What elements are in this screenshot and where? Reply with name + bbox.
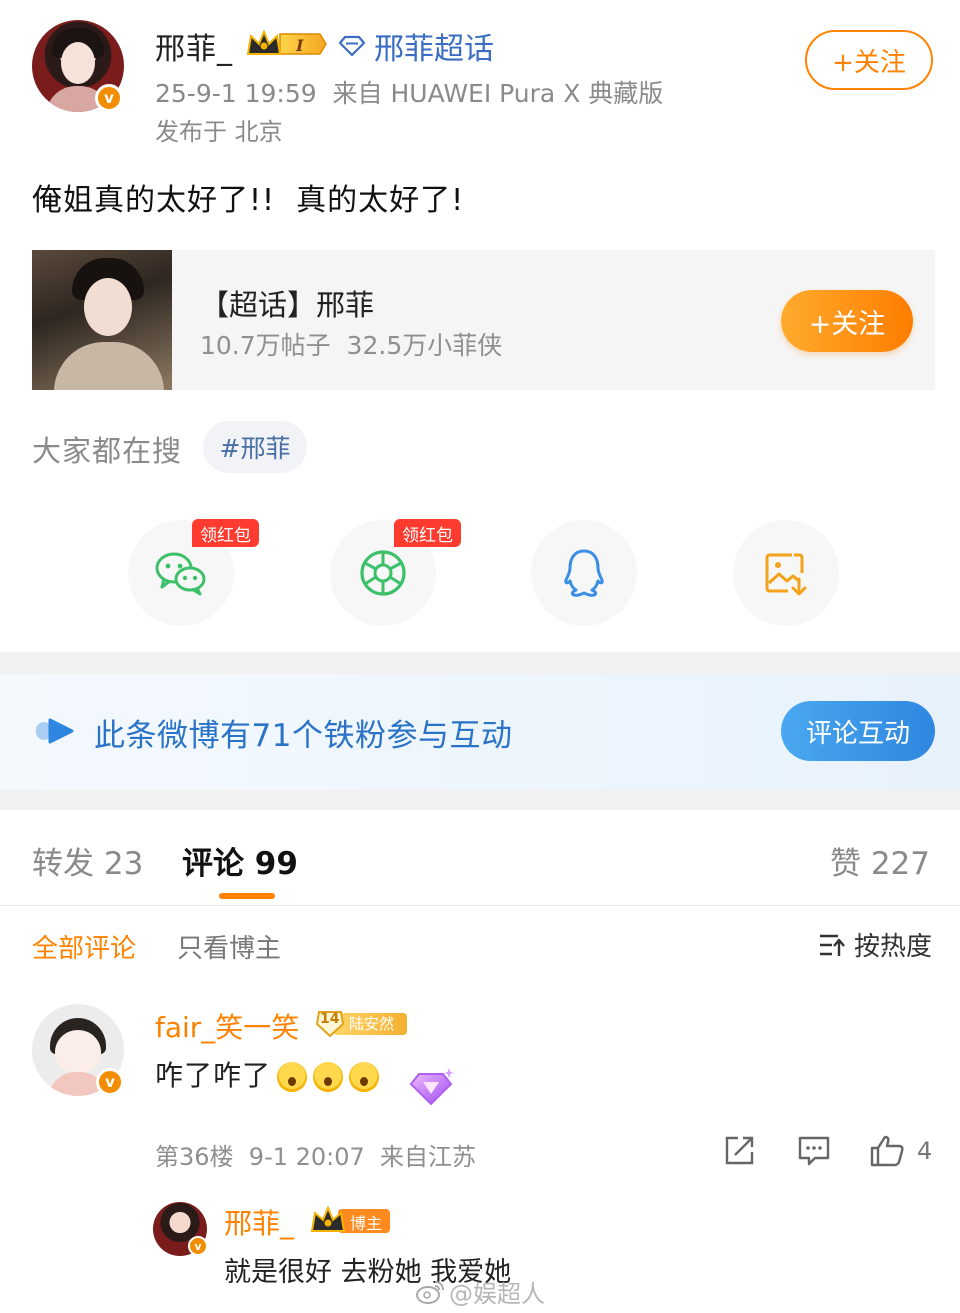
section-divider [0, 790, 960, 810]
comment-share-button[interactable] [722, 1134, 756, 1168]
tab-repost[interactable]: 转发 23 [32, 838, 143, 883]
moments-icon [360, 550, 406, 596]
tab-active-indicator [219, 893, 275, 899]
red-packet-badge[interactable]: 领红包 [394, 519, 461, 547]
supertopic-link[interactable]: 邢菲超话 [338, 24, 494, 68]
comment-text: 咋了咋了 [155, 1054, 380, 1094]
comment-icon [798, 1136, 830, 1166]
comment-text-body: 咋了咋了 [155, 1059, 272, 1092]
supertopic-follow-button[interactable]: +关注 [781, 290, 913, 352]
gem-gift-icon [405, 1064, 457, 1110]
fans-interaction-icon [34, 716, 76, 746]
shocked-emoji-icon [313, 1062, 344, 1092]
post-location: 发布于 北京 [155, 118, 283, 146]
fans-interaction-text: 此条微博有71个铁粉参与互动 [94, 718, 513, 754]
save-image-icon [765, 553, 807, 596]
shocked-emoji-icon [277, 1062, 308, 1092]
section-divider [0, 652, 960, 674]
author-name[interactable]: 邢菲_ [155, 24, 233, 68]
filter-all-comments[interactable]: 全部评论 [32, 928, 136, 965]
trending-search-label: 大家都在搜 [32, 434, 183, 468]
verified-icon: v [95, 84, 123, 112]
commenter-name[interactable]: fair_笑一笑 [155, 1006, 299, 1046]
follow-button[interactable]: +关注 [805, 30, 933, 90]
supertopic-cover-image[interactable] [32, 250, 172, 390]
supertopic-card-title[interactable]: 【超话】邢菲 [200, 282, 374, 324]
reply-author-name[interactable]: 邢菲_ [224, 1202, 294, 1242]
watermark: @娱超人 [415, 1274, 545, 1309]
comment-like-count: 4 [917, 1137, 933, 1165]
weibo-logo-icon [416, 1280, 444, 1304]
tab-divider [0, 905, 960, 906]
verified-icon: v [96, 1068, 124, 1096]
trending-search-tag[interactable]: #邢菲 [203, 421, 307, 473]
comment-interact-button[interactable]: 评论互动 [781, 701, 935, 761]
wechat-icon [155, 552, 206, 596]
member-level-badge[interactable]: I [246, 28, 328, 60]
tab-comment[interactable]: 评论 99 [182, 838, 298, 883]
level-badge-text: I [295, 36, 304, 55]
shocked-emoji-icon [349, 1062, 380, 1092]
supertopic-card-stats: 10.7万帖子 32.5万小菲侠 [200, 331, 503, 360]
supertopic-link-label[interactable]: 邢菲超话 [374, 24, 494, 68]
tab-like[interactable]: 赞 227 [830, 838, 930, 883]
sort-label[interactable]: 按热度 [854, 926, 932, 963]
red-packet-badge[interactable]: 领红包 [192, 519, 259, 547]
fan-level-badge[interactable]: 14 陆安然 [315, 1008, 409, 1038]
filter-owner-only[interactable]: 只看博主 [177, 928, 281, 965]
post-timestamp-source: 25-9-1 19:59 来自 HUAWEI Pura X 典藏版 [155, 79, 664, 108]
save-image-button[interactable] [733, 520, 839, 626]
diamond-icon [338, 35, 366, 57]
post-text: 俺姐真的太好了!! 真的太好了! [32, 183, 465, 218]
blogger-badge-label: 博主 [350, 1214, 383, 1233]
share-icon [725, 1136, 754, 1165]
comment-meta: 第36楼 9-1 20:07 来自江苏 [155, 1143, 477, 1171]
thumbs-up-icon [870, 1135, 904, 1167]
qq-icon [564, 549, 604, 597]
watermark-text: @娱超人 [449, 1280, 545, 1308]
fan-badge-name: 陆安然 [349, 1015, 395, 1033]
sort-icon [819, 934, 845, 956]
comment-like-button[interactable] [869, 1134, 904, 1168]
blogger-badge: 博主 [310, 1205, 392, 1235]
share-qq-button[interactable] [531, 520, 637, 626]
sort-by-hot-button[interactable]: 按热度 [818, 926, 932, 963]
verified-icon: v [188, 1236, 208, 1256]
comment-reply-button[interactable] [797, 1134, 831, 1168]
fan-level-number: 14 [320, 1011, 340, 1027]
